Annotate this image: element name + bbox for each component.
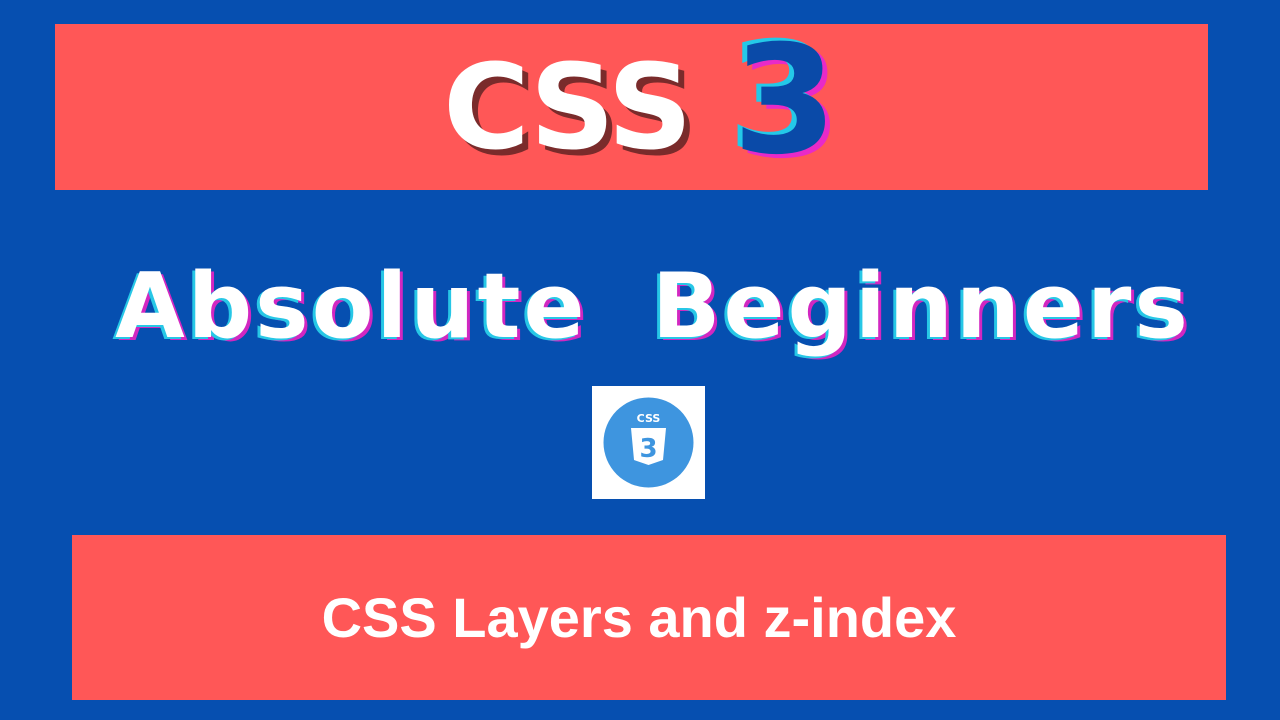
logo-label: CSS bbox=[637, 412, 661, 425]
logo-number: 3 bbox=[639, 434, 657, 464]
course-title: CSS 3 bbox=[0, 24, 1280, 190]
bottom-banner: CSS Layers and z-index bbox=[72, 535, 1226, 700]
title-text: CSS bbox=[443, 38, 692, 176]
thumbnail-canvas: CSS 3 Absolute Beginners CSS 3 CSS Layer… bbox=[0, 0, 1280, 720]
css3-logo-icon: CSS 3 bbox=[592, 386, 705, 499]
title-version-number: 3 bbox=[732, 14, 837, 188]
subtitle: Absolute Beginners bbox=[115, 254, 1191, 359]
css3-logo-graphic: CSS 3 bbox=[603, 397, 694, 488]
lesson-title: CSS Layers and z-index bbox=[321, 585, 957, 649]
